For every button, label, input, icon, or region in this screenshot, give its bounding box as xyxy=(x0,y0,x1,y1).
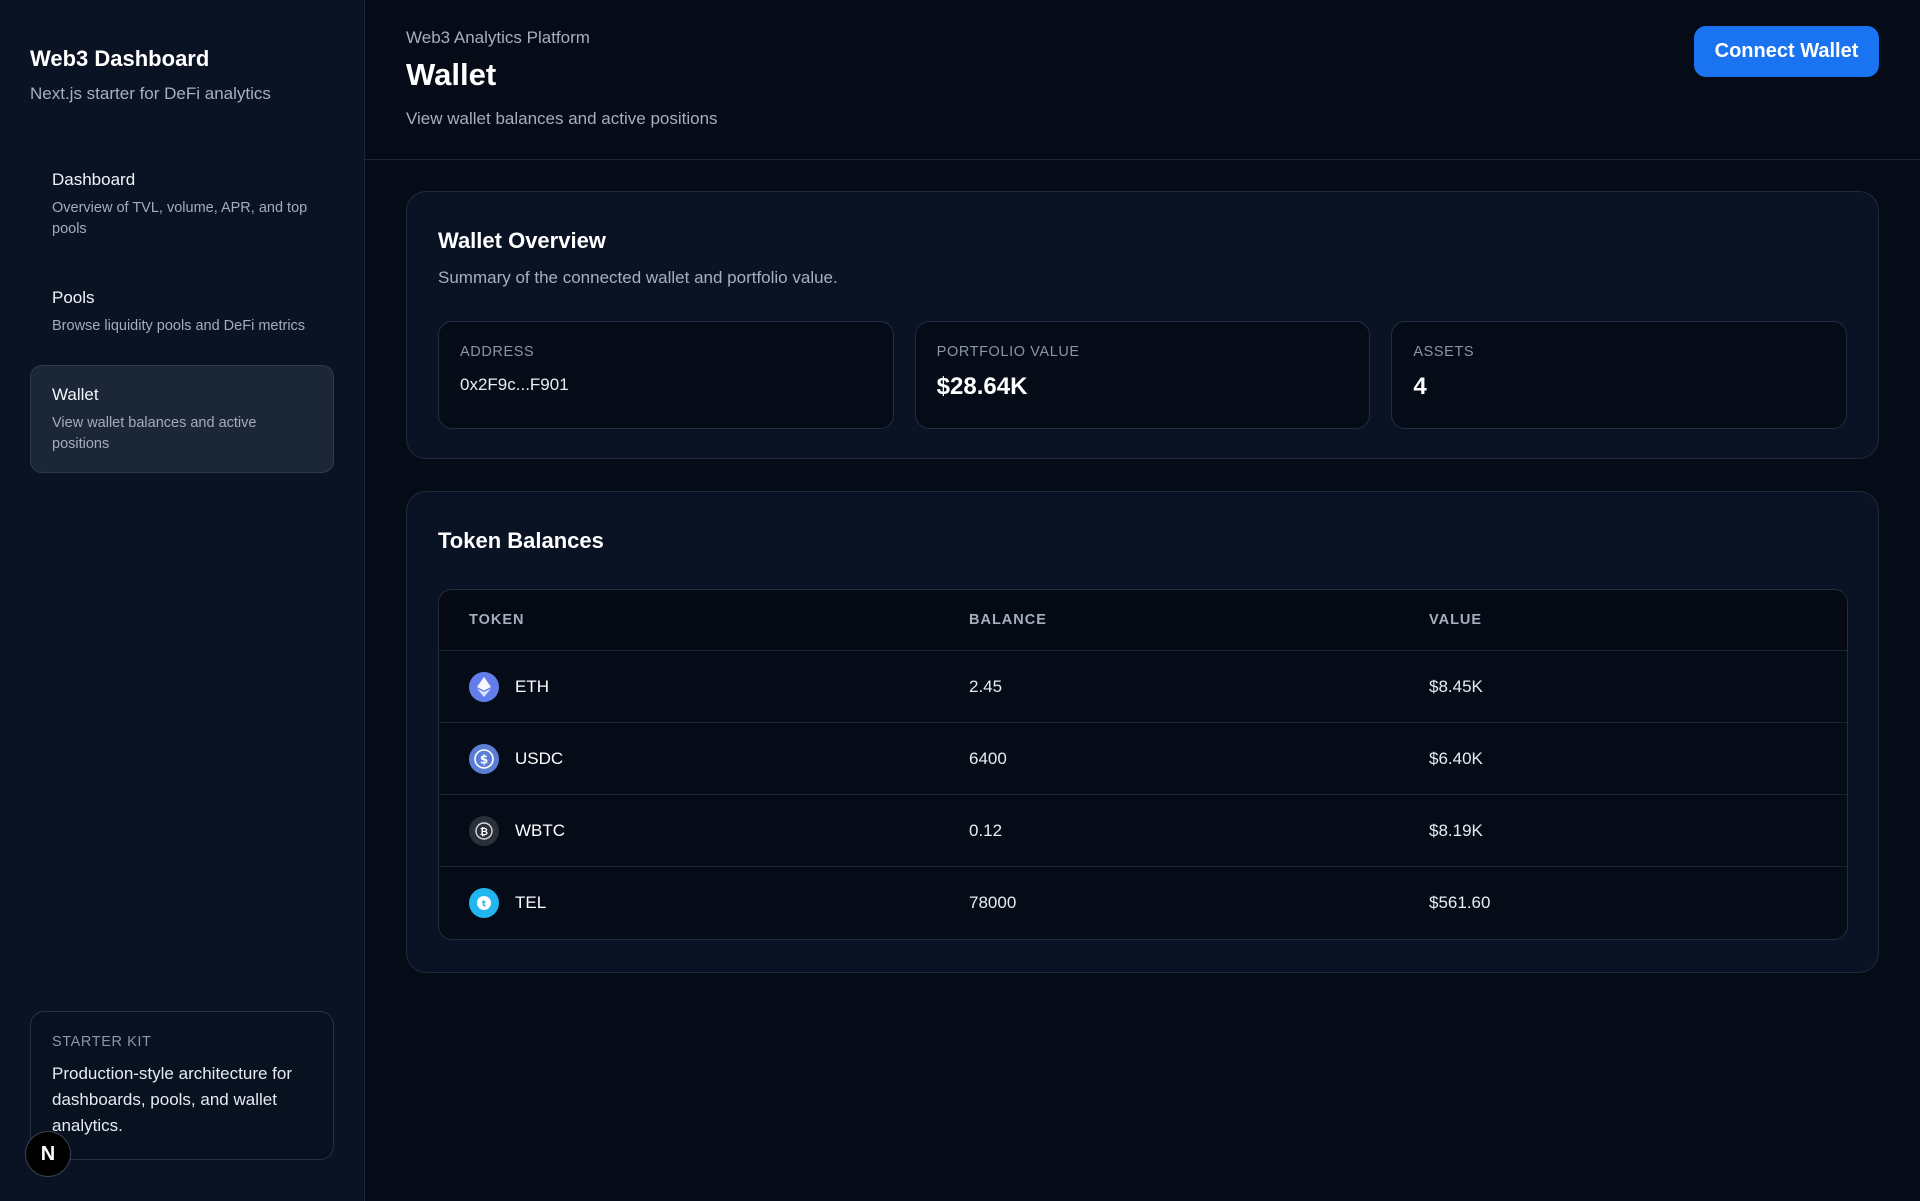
token-balances-title: Token Balances xyxy=(438,528,604,553)
wallet-overview-card: Wallet Overview Summary of the connected… xyxy=(406,191,1879,459)
token-cell: ETH xyxy=(439,671,969,702)
value-cell: $8.19K xyxy=(1429,820,1483,840)
token-cell: t TEL xyxy=(439,888,969,918)
brand-title: Web3 Dashboard xyxy=(30,46,210,71)
token-name: ETH xyxy=(515,676,549,696)
telcoin-icon: t xyxy=(469,888,499,918)
stat-portfolio-value: PORTFOLIO VALUE $28.64K xyxy=(914,321,1371,429)
page-eyebrow: Web3 Analytics Platform xyxy=(406,28,590,47)
connect-wallet-button[interactable]: Connect Wallet xyxy=(1694,26,1879,77)
column-header-value: VALUE xyxy=(1429,612,1483,628)
table-row[interactable]: ₿ WBTC 0.12 $8.19K xyxy=(439,795,1847,867)
balance-cell: 2.45 xyxy=(969,676,1003,696)
table-row[interactable]: $ USDC 6400 $6.40K xyxy=(439,723,1847,795)
sidebar-item-description: Browse liquidity pools and DeFi metrics xyxy=(52,318,306,334)
main-content: Web3 Analytics Platform Wallet View wall… xyxy=(365,0,1920,1201)
stat-value: 0x2F9c...F901 xyxy=(460,375,569,394)
token-balances-table: TOKEN BALANCE VALUE ETH 2.45 $8.45K $ US… xyxy=(438,589,1848,940)
balance-cell: 6400 xyxy=(969,748,1007,768)
token-balances-card: Token Balances TOKEN BALANCE VALUE ETH 2… xyxy=(406,491,1879,973)
starter-kit-card: STARTER KIT Production-style architectur… xyxy=(30,1011,334,1160)
starter-kit-tag: STARTER KIT xyxy=(52,1034,152,1050)
token-cell: ₿ WBTC xyxy=(439,815,969,846)
sidebar-item-description: View wallet balances and active position… xyxy=(52,415,257,452)
sidebar-item-description: Overview of TVL, volume, APR, and top po… xyxy=(52,200,308,237)
svg-text:t: t xyxy=(482,900,487,910)
sidebar-item-label: Wallet xyxy=(52,385,99,404)
starter-kit-text: Production-style architecture for dashbo… xyxy=(52,1064,292,1135)
sidebar-item-dashboard[interactable]: Dashboard Overview of TVL, volume, APR, … xyxy=(30,150,334,258)
sidebar-item-label: Pools xyxy=(52,288,95,307)
sidebar-item-pools[interactable]: Pools Browse liquidity pools and DeFi me… xyxy=(30,268,334,355)
wallet-overview-title: Wallet Overview xyxy=(438,228,606,253)
brand-subtitle: Next.js starter for DeFi analytics xyxy=(30,84,271,103)
column-header-token: TOKEN xyxy=(469,612,525,628)
token-name: WBTC xyxy=(515,820,566,840)
balance-cell: 78000 xyxy=(969,893,1017,912)
stat-label: ADDRESS xyxy=(460,344,535,360)
sidebar: Web3 Dashboard Next.js starter for DeFi … xyxy=(0,0,365,1201)
token-name: USDC xyxy=(515,748,564,768)
value-cell: $561.60 xyxy=(1429,893,1491,912)
sidebar-item-wallet[interactable]: Wallet View wallet balances and active p… xyxy=(30,365,334,473)
table-row[interactable]: ETH 2.45 $8.45K xyxy=(439,651,1847,723)
column-header-balance: BALANCE xyxy=(969,612,1047,628)
sidebar-nav: Dashboard Overview of TVL, volume, APR, … xyxy=(30,150,334,473)
nextjs-badge-icon[interactable]: N xyxy=(25,1131,71,1177)
token-name: TEL xyxy=(515,893,547,912)
svg-text:₿: ₿ xyxy=(480,826,488,838)
wbtc-icon: ₿ xyxy=(469,815,499,846)
stat-label: ASSETS xyxy=(1413,344,1475,360)
page-header: Web3 Analytics Platform Wallet View wall… xyxy=(365,0,1920,160)
stat-value: 4 xyxy=(1413,373,1427,400)
value-cell: $8.45K xyxy=(1429,676,1483,696)
balance-cell: 0.12 xyxy=(969,820,1003,840)
stat-label: PORTFOLIO VALUE xyxy=(936,344,1080,360)
table-row[interactable]: t TEL 78000 $561.60 xyxy=(439,867,1847,939)
sidebar-item-label: Dashboard xyxy=(52,170,136,189)
stats-row: ADDRESS 0x2F9c...F901 PORTFOLIO VALUE $2… xyxy=(438,321,1848,429)
wallet-overview-subtitle: Summary of the connected wallet and port… xyxy=(438,268,838,287)
page-subtitle: View wallet balances and active position… xyxy=(406,109,718,128)
value-cell: $6.40K xyxy=(1429,748,1483,768)
page-title: Wallet xyxy=(406,57,497,92)
table-header: TOKEN BALANCE VALUE xyxy=(439,590,1847,651)
ethereum-icon xyxy=(469,671,499,702)
stat-value: $28.64K xyxy=(936,373,1028,400)
stat-address: ADDRESS 0x2F9c...F901 xyxy=(438,321,894,429)
app-root: Web3 Dashboard Next.js starter for DeFi … xyxy=(0,0,1920,1201)
usdc-icon: $ xyxy=(469,743,499,774)
stat-assets: ASSETS 4 xyxy=(1391,321,1848,429)
token-cell: $ USDC xyxy=(439,743,969,774)
svg-text:$: $ xyxy=(480,752,488,766)
